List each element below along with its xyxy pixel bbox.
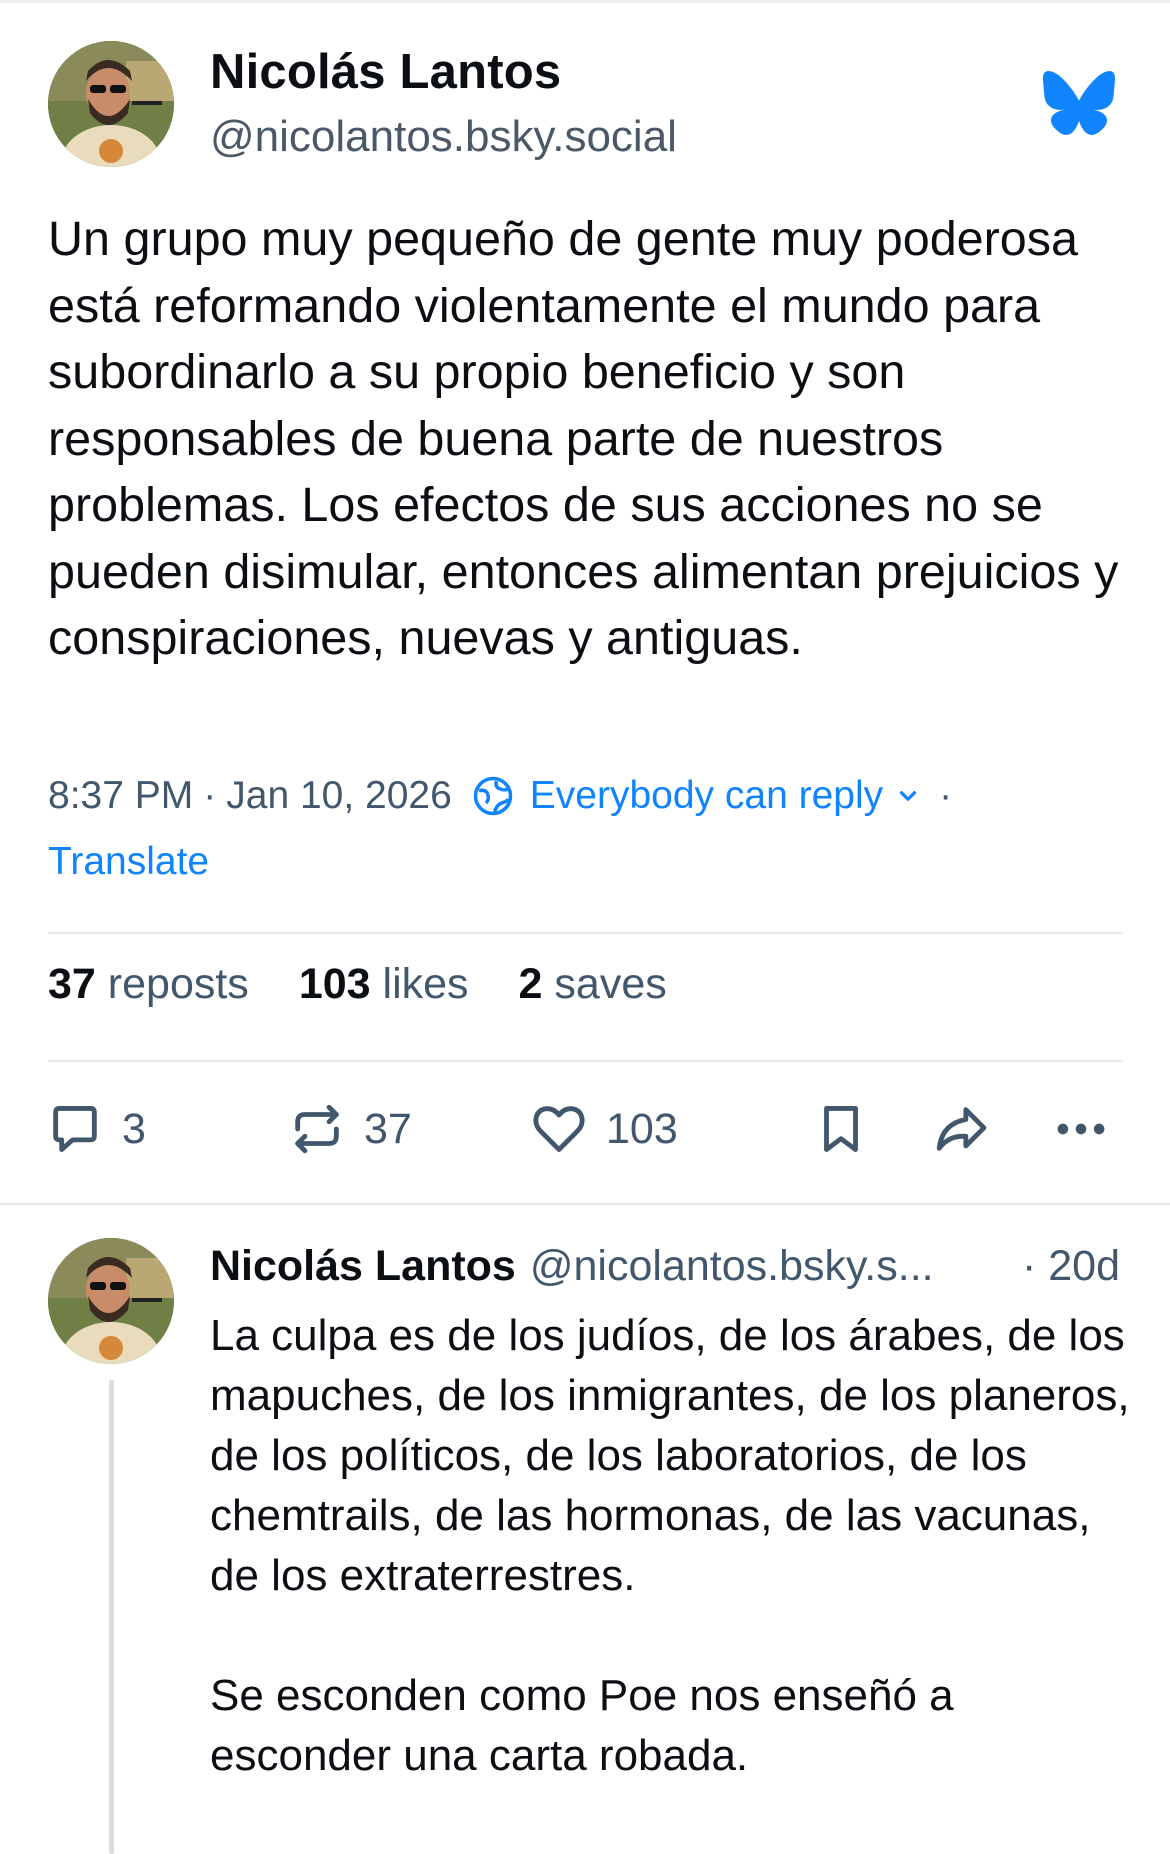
post-meta: 8:37 PM · Jan 10, 2026 Everybody can rep… <box>48 768 952 824</box>
action-bar: 3 37 103 <box>0 1090 1170 1170</box>
section-separator <box>0 1203 1170 1205</box>
share-button[interactable] <box>932 1100 990 1158</box>
share-arrow-icon <box>936 1107 987 1151</box>
reply-author-handle[interactable]: @nicolantos.bsky.s... <box>530 1242 934 1291</box>
more-options-button[interactable] <box>1052 1100 1110 1158</box>
speech-bubble-icon <box>53 1106 97 1152</box>
reply-paragraph: La culpa es de los judíos, de los árabes… <box>210 1311 1130 1600</box>
translate-link[interactable]: Translate <box>48 840 209 884</box>
top-border <box>0 0 1170 3</box>
reply-count: 3 <box>122 1104 146 1153</box>
like-button[interactable]: 103 <box>530 1100 678 1158</box>
like-count: 103 <box>606 1104 678 1153</box>
repost-arrows-icon <box>295 1104 339 1154</box>
heart-icon <box>533 1106 585 1152</box>
reply-timestamp[interactable]: · 20d <box>1022 1242 1120 1291</box>
bookmark-icon <box>824 1106 858 1152</box>
repost-count: 37 <box>364 1104 412 1153</box>
globe-icon <box>473 776 513 816</box>
reply-text: La culpa es de los judíos, de los árabes… <box>210 1306 1130 1786</box>
author-handle[interactable]: @nicolantos.bsky.social <box>210 112 677 162</box>
author-avatar[interactable] <box>48 41 174 167</box>
reply-header: Nicolás Lantos @nicolantos.bsky.s... · 2… <box>210 1242 1120 1291</box>
divider <box>48 932 1122 934</box>
bookmark-button[interactable] <box>812 1100 870 1158</box>
reply-author-name[interactable]: Nicolás Lantos <box>210 1242 516 1291</box>
post-stats: 37 reposts 103 likes 2 saves <box>48 960 717 1009</box>
meta-separator: · <box>939 774 953 817</box>
reply-author-avatar[interactable] <box>48 1238 174 1364</box>
post-text: Un grupo muy pequeño de gente muy podero… <box>48 212 1119 665</box>
chevron-down-icon <box>900 791 917 801</box>
ellipsis-icon <box>1057 1123 1105 1135</box>
saves-stat[interactable]: 2 saves <box>519 960 667 1009</box>
reply-paragraph: Se esconden como Poe nos enseñó a escond… <box>210 1671 954 1780</box>
thread-line <box>109 1380 114 1854</box>
reply-setting-label: Everybody can reply <box>529 774 884 817</box>
author-name[interactable]: Nicolás Lantos <box>210 44 561 100</box>
repost-button[interactable]: 37 <box>288 1100 412 1158</box>
reposts-stat[interactable]: 37 reposts <box>48 960 249 1009</box>
reply-setting-button[interactable]: Everybody can reply <box>472 774 921 818</box>
bluesky-butterfly-icon <box>1043 71 1115 135</box>
divider <box>48 1060 1122 1062</box>
reply-button[interactable]: 3 <box>46 1100 146 1158</box>
post-date: Jan 10, 2026 <box>226 774 452 817</box>
meta-separator: · <box>203 774 217 817</box>
post-time: 8:37 PM <box>48 774 194 817</box>
likes-stat[interactable]: 103 likes <box>299 960 469 1009</box>
